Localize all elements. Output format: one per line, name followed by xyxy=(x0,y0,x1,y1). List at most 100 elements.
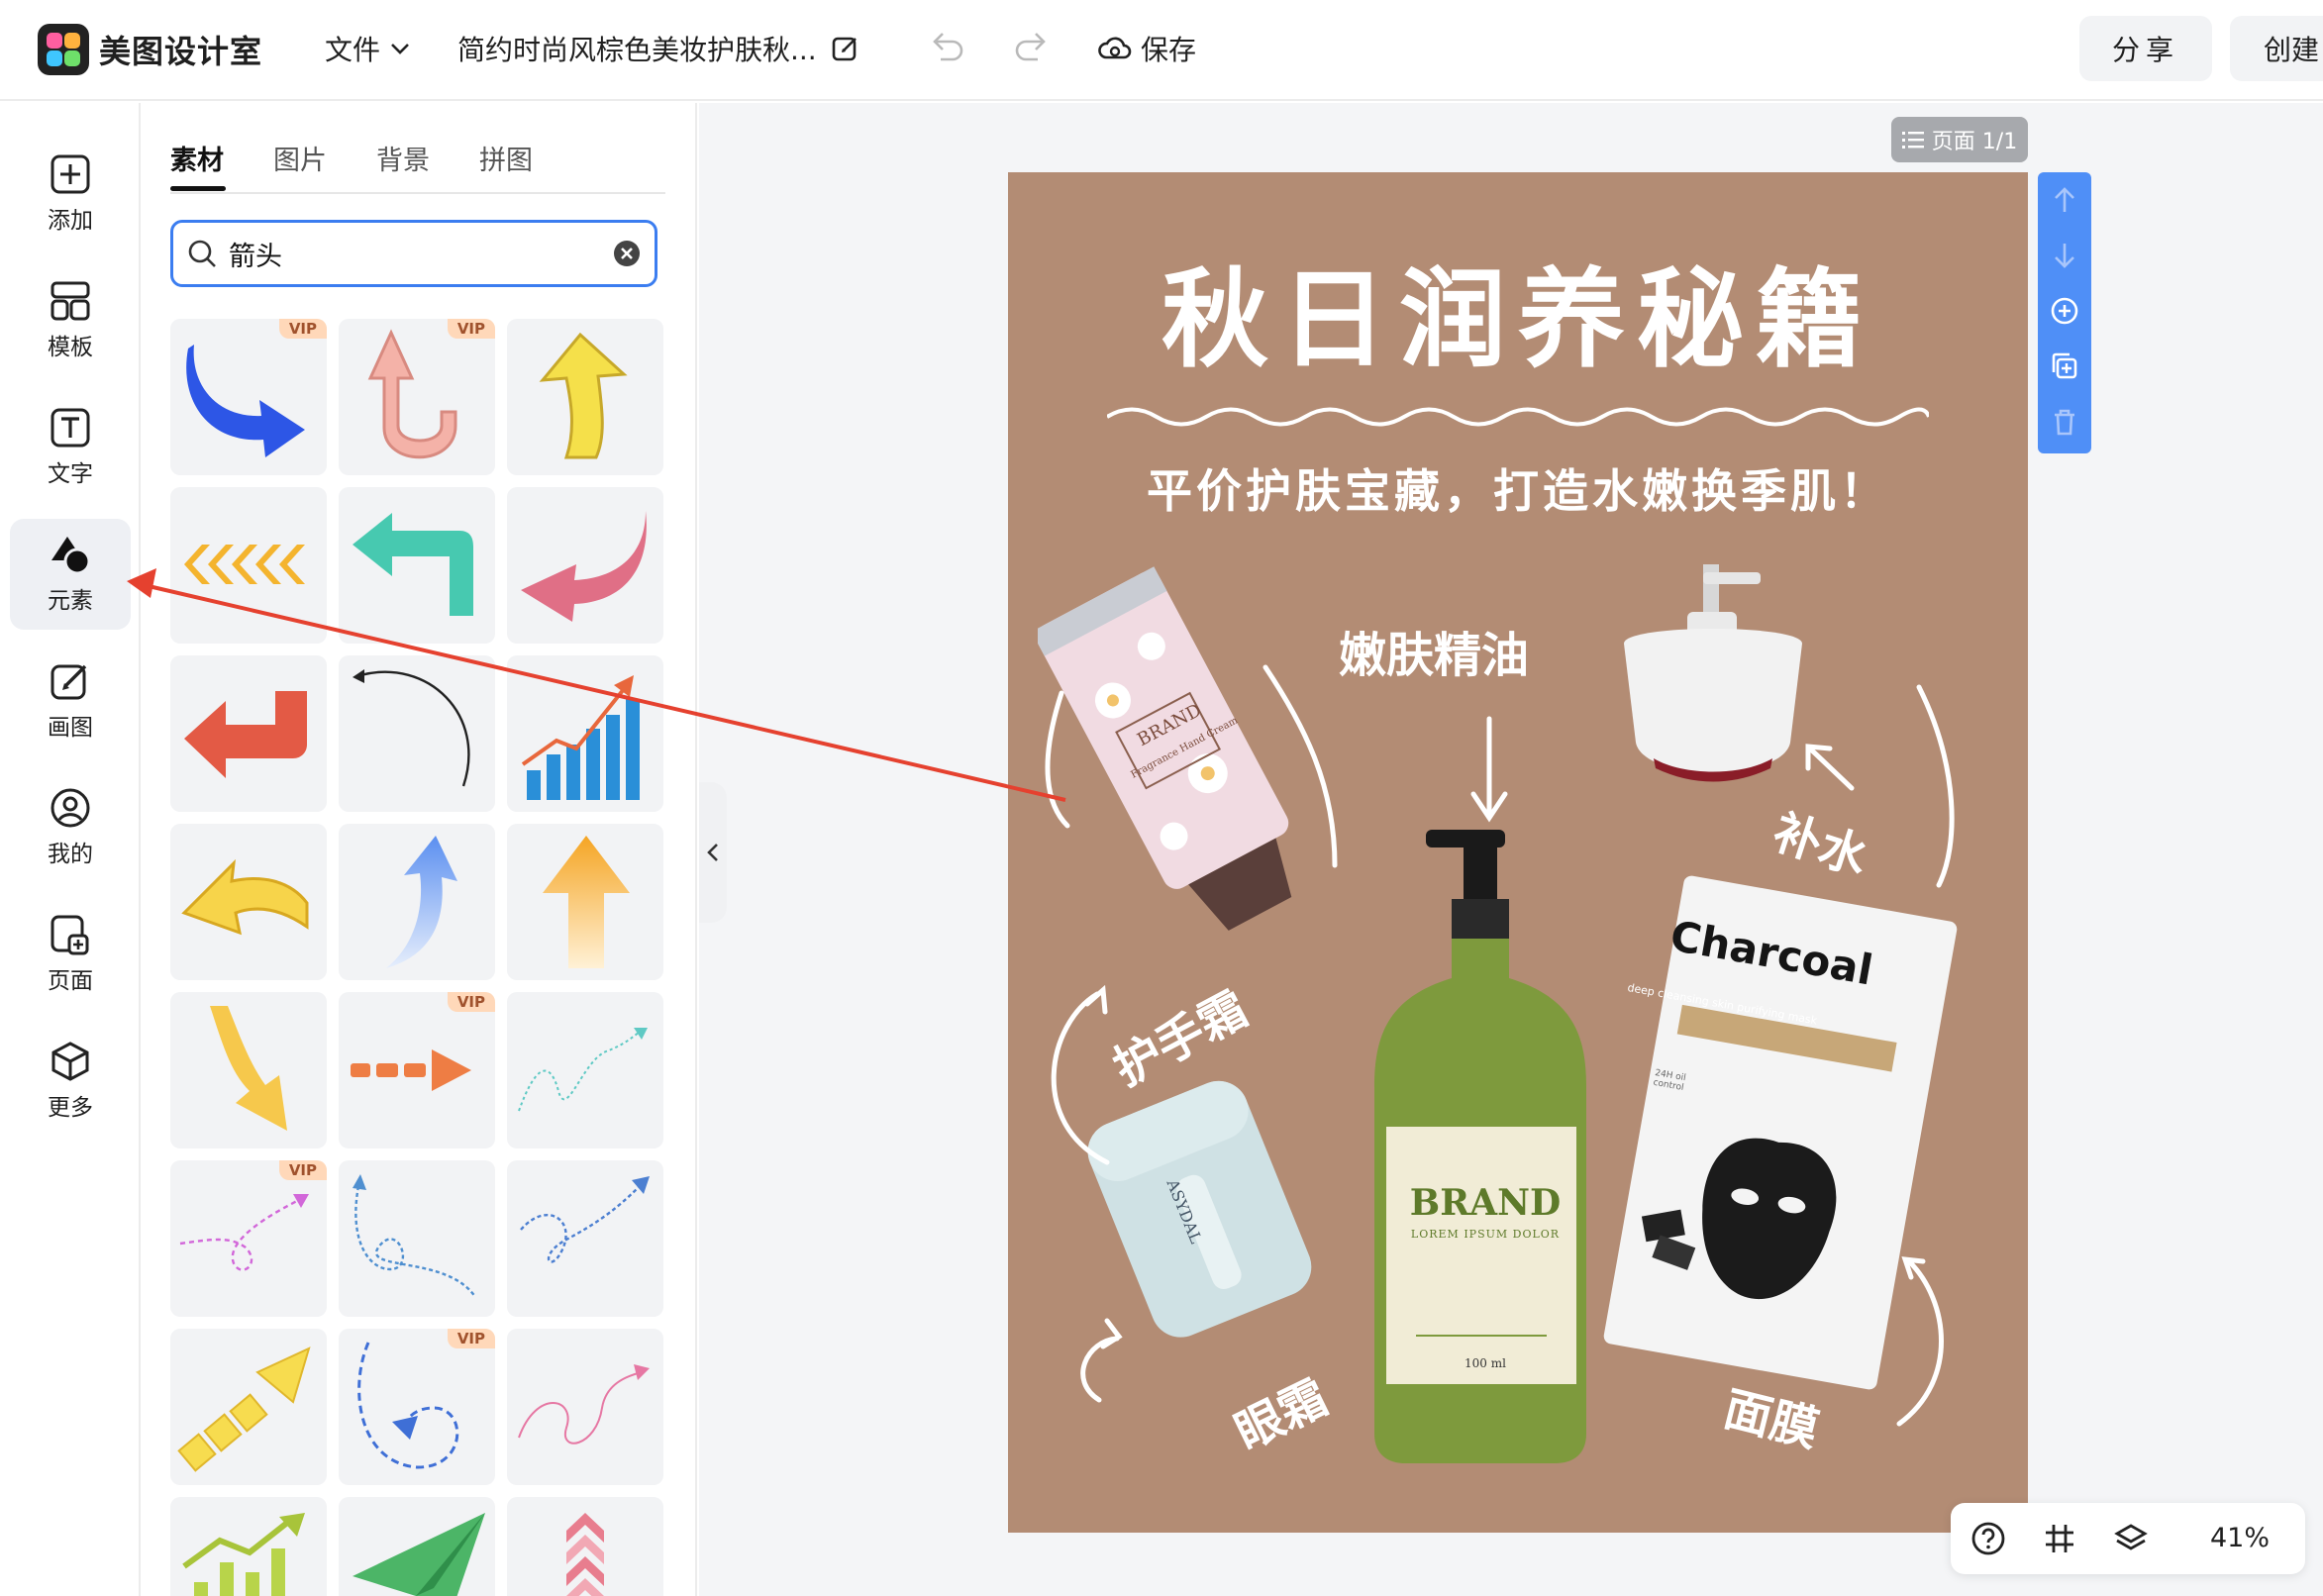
pink-squiggle-arrow-icon xyxy=(518,1364,650,1445)
document-title[interactable]: 简约时尚风棕色美妆护肤秋... xyxy=(457,29,860,68)
blue-gradient-up-arrow-icon xyxy=(386,836,457,968)
rail-item-label: 模板 xyxy=(48,335,93,360)
active-tab-indicator xyxy=(170,186,226,191)
asset-tile[interactable] xyxy=(339,655,495,812)
asset-tile[interactable] xyxy=(507,1160,663,1317)
rail-item-elements[interactable]: 元素 xyxy=(10,519,131,630)
asset-tile[interactable] xyxy=(507,655,663,812)
layers-icon[interactable] xyxy=(2113,1521,2149,1556)
canvas-bottom-bar: 41% xyxy=(1951,1503,2305,1574)
text-icon xyxy=(50,408,90,448)
pink-chevron-stack-arrow-icon xyxy=(566,1513,604,1596)
cube-icon xyxy=(51,1042,89,1081)
asset-tile[interactable] xyxy=(507,824,663,980)
app-logo-icon[interactable] xyxy=(38,24,89,75)
asset-tile[interactable] xyxy=(170,1497,327,1596)
rail-item-draw[interactable]: 画图 xyxy=(10,646,131,756)
search-icon xyxy=(188,240,216,267)
vip-badge: VIP xyxy=(447,319,495,339)
orange-gradient-up-arrow-icon xyxy=(543,836,630,968)
yellow-up-arrow-icon xyxy=(539,332,628,459)
yellow-diagonal-arrow-icon xyxy=(177,1347,311,1472)
asset-tile[interactable] xyxy=(170,992,327,1148)
share-button[interactable]: 分享 xyxy=(2079,16,2212,81)
search-input[interactable]: 箭头 xyxy=(170,220,657,287)
move-page-up-icon[interactable] xyxy=(2049,184,2080,216)
chalk-arrows-decoration xyxy=(1045,664,1955,1427)
help-icon[interactable] xyxy=(1970,1521,2006,1556)
cloud-save-icon xyxy=(1098,37,1132,59)
orange-dashed-right-arrow-icon xyxy=(351,1049,471,1091)
add-page-icon xyxy=(50,915,89,955)
rail-item-page[interactable]: 页面 xyxy=(10,899,131,1010)
asset-tile[interactable] xyxy=(339,824,495,980)
blue-dotted-loop-arrow-icon xyxy=(520,1176,650,1263)
asset-tile[interactable]: VIP xyxy=(339,1329,495,1485)
orange-chevrons-arrow-icon xyxy=(184,545,305,584)
asset-tile[interactable]: VIP xyxy=(339,319,495,475)
left-rail: 添加 模板 文字 元素 画图 我的 页面 更多 xyxy=(0,103,141,1596)
duplicate-page-icon[interactable] xyxy=(2049,350,2080,382)
asset-tile[interactable] xyxy=(507,992,663,1148)
tab-materials[interactable]: 素材 xyxy=(170,139,224,177)
asset-tile[interactable] xyxy=(507,1329,663,1485)
asset-tile[interactable]: VIP xyxy=(339,992,495,1148)
poster-canvas[interactable]: 秋日润养秘籍 平价护肤宝藏，打造水嫩换季肌！ BRAND Fragrance H… xyxy=(1008,172,2028,1533)
zoom-level[interactable]: 41% xyxy=(2210,1523,2270,1553)
rail-item-template[interactable]: 模板 xyxy=(10,265,131,376)
rail-item-mine[interactable]: 我的 xyxy=(10,772,131,883)
plus-square-icon xyxy=(50,154,90,194)
rail-item-label: 更多 xyxy=(48,1095,93,1121)
asset-tile[interactable] xyxy=(339,487,495,644)
save-label: 保存 xyxy=(1141,34,1197,66)
save-button[interactable]: 保存 xyxy=(1097,29,1196,68)
asset-tile[interactable] xyxy=(507,487,663,644)
asset-tile[interactable] xyxy=(339,1160,495,1317)
top-bar: 美图设计室 文件 简约时尚风棕色美妆护肤秋... 保存 分享 创建 xyxy=(0,0,2323,101)
green-bar-chart-arrow-icon xyxy=(182,1513,305,1596)
asset-tile[interactable] xyxy=(170,1329,327,1485)
shapes-icon xyxy=(51,537,91,575)
edit-title-icon[interactable] xyxy=(831,34,860,63)
thin-curved-arrow-icon xyxy=(353,669,470,787)
tab-images[interactable]: 图片 xyxy=(273,139,327,177)
rail-item-label: 画图 xyxy=(48,715,93,741)
rail-item-text[interactable]: 文字 xyxy=(10,392,131,503)
list-icon xyxy=(1901,132,1924,149)
delete-page-icon[interactable] xyxy=(2049,406,2080,438)
vip-badge: VIP xyxy=(447,1329,495,1348)
asset-tabs: 素材 图片 背景 拼图 xyxy=(170,133,665,194)
search-query[interactable]: 箭头 xyxy=(229,235,613,273)
asset-tile[interactable] xyxy=(170,487,327,644)
move-page-down-icon[interactable] xyxy=(2049,240,2080,271)
red-return-arrow-icon xyxy=(184,691,307,778)
file-menu[interactable]: 文件 xyxy=(325,29,410,68)
page-toolbar xyxy=(2038,172,2091,453)
rail-item-label: 元素 xyxy=(48,588,93,614)
asset-tile[interactable] xyxy=(507,1497,663,1596)
document-title-text: 简约时尚风棕色美妆护肤秋... xyxy=(457,34,817,66)
blue-dashed-return-arrow-icon xyxy=(357,1342,459,1469)
asset-tile[interactable] xyxy=(170,655,327,812)
label-facial-oil[interactable]: 嫩肤精油 xyxy=(1339,616,1529,685)
asset-tile[interactable] xyxy=(170,824,327,980)
collapse-panel-button[interactable] xyxy=(699,782,727,923)
yellow-down-arrow-icon xyxy=(210,1006,287,1131)
tab-collage[interactable]: 拼图 xyxy=(479,139,533,177)
tab-backgrounds[interactable]: 背景 xyxy=(376,139,430,177)
undo-icon[interactable] xyxy=(927,30,966,65)
asset-tile[interactable] xyxy=(507,319,663,475)
asset-tile[interactable]: VIP xyxy=(170,1160,327,1317)
create-button[interactable]: 创建 xyxy=(2230,16,2323,81)
page-indicator[interactable]: 页面 1/1 xyxy=(1891,117,2028,162)
rail-item-more[interactable]: 更多 xyxy=(10,1026,131,1137)
asset-tile[interactable] xyxy=(339,1497,495,1596)
clear-search-icon[interactable] xyxy=(613,240,641,267)
asset-tile[interactable]: VIP xyxy=(170,319,327,475)
rail-item-label: 添加 xyxy=(48,208,93,234)
rail-item-add[interactable]: 添加 xyxy=(10,139,131,249)
chevron-down-icon xyxy=(391,44,409,54)
add-page-circle-icon[interactable] xyxy=(2049,295,2080,327)
redo-icon[interactable] xyxy=(1012,30,1052,65)
grid-icon[interactable] xyxy=(2042,1521,2077,1556)
